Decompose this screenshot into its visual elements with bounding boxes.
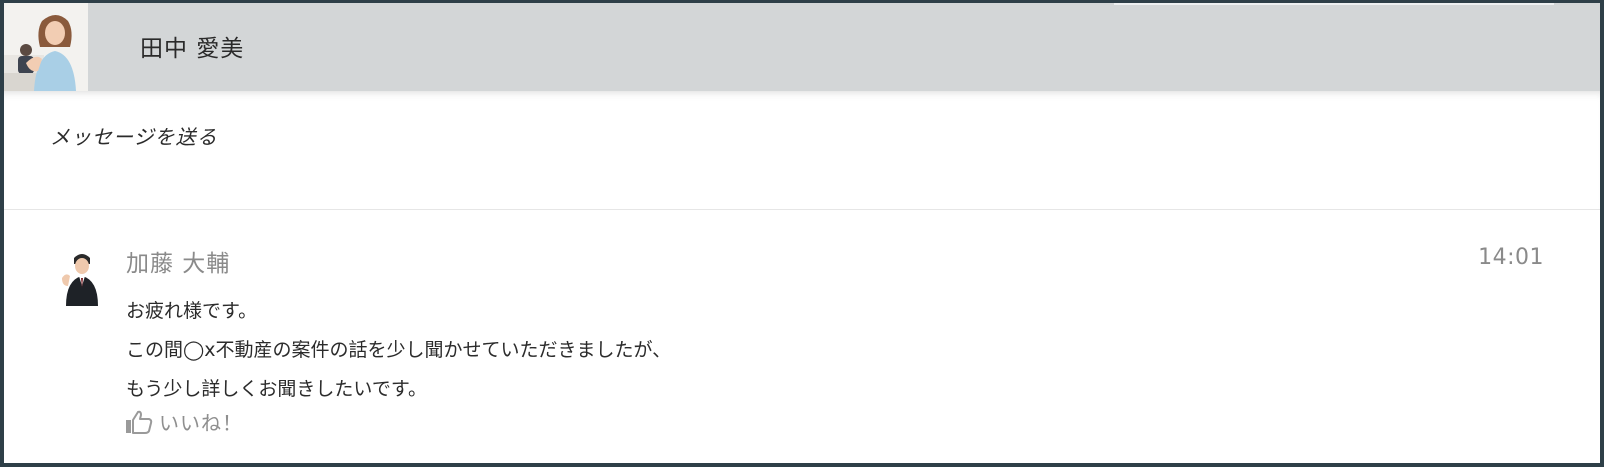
thumbs-up-icon <box>126 410 153 434</box>
header-avatar[interactable] <box>4 3 88 91</box>
message-input[interactable]: メッセージを送る <box>50 121 218 150</box>
conversation-header: 田中 愛美 <box>4 3 1600 91</box>
message-item: 加藤 大輔 14:01 お疲れ様です。 この間◯x不動産の案件の話を少し聞かせて… <box>4 210 1600 463</box>
sender-avatar[interactable] <box>60 248 104 306</box>
conversation-partner-name: 田中 愛美 <box>140 36 245 62</box>
like-label: いいね！ <box>159 411 243 435</box>
user-avatar-icon <box>60 248 104 306</box>
message-compose-area[interactable]: メッセージを送る <box>4 91 1600 210</box>
message-line: この間◯x不動産の案件の話を少し聞かせていただきましたが、 <box>126 339 672 361</box>
message-author: 加藤 大輔 <box>126 251 231 277</box>
user-avatar-icon <box>4 3 88 91</box>
compose-click-area[interactable] <box>4 91 1600 209</box>
chat-window: 田中 愛美 メッセージを送る 加藤 大輔 14:01 お疲れ様です。 この間◯x… <box>0 0 1604 467</box>
message-timestamp: 14:01 <box>1478 245 1544 270</box>
message-line: もう少し詳しくお聞きしたいです。 <box>126 378 427 400</box>
like-button[interactable]: いいね！ <box>125 407 243 436</box>
message-line: お疲れ様です。 <box>126 300 258 322</box>
message-body: お疲れ様です。 この間◯x不動産の案件の話を少し聞かせていただきましたが、 もう… <box>126 292 671 409</box>
header-highlight <box>1114 3 1554 5</box>
